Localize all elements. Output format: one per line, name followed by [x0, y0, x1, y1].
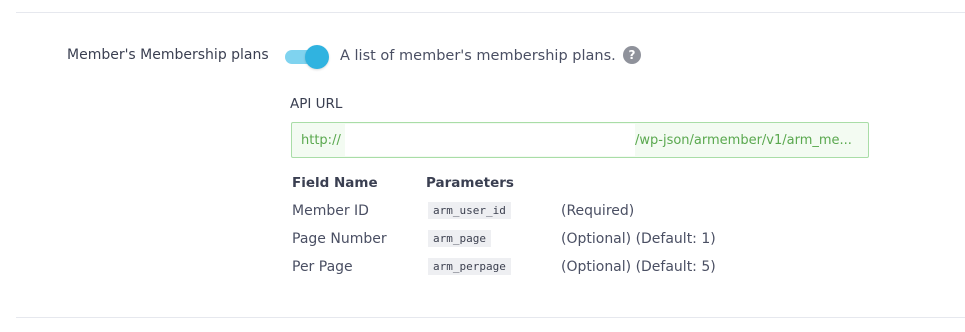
- parameter-code: arm_user_id: [428, 202, 511, 219]
- table-row: Page Number arm_page (Optional) (Default…: [0, 228, 965, 252]
- redacted-domain: [345, 124, 635, 156]
- parameter-code: arm_page: [428, 230, 491, 247]
- field-name-header: Field Name: [292, 175, 378, 191]
- parameter-note: (Required): [561, 203, 635, 219]
- field-name: Page Number: [292, 231, 387, 247]
- parameters-header: Parameters: [426, 175, 514, 191]
- api-url-field[interactable]: http:// /wp-json/armember/v1/arm_me...: [291, 122, 869, 158]
- top-divider: [16, 12, 965, 13]
- parameter-note: (Optional) (Default: 5): [561, 259, 716, 275]
- field-name: Member ID: [292, 203, 369, 219]
- table-row: Per Page arm_perpage (Optional) (Default…: [0, 256, 965, 280]
- api-url-prefix: http://: [301, 133, 341, 148]
- toggle-knob: [305, 45, 329, 69]
- field-name: Per Page: [292, 259, 353, 275]
- parameter-note: (Optional) (Default: 1): [561, 231, 716, 247]
- api-url-label: API URL: [290, 96, 343, 112]
- parameter-code: arm_perpage: [428, 258, 511, 275]
- setting-description: A list of member's membership plans.: [340, 48, 616, 64]
- api-url-path: /wp-json/armember/v1/arm_me...: [635, 133, 852, 148]
- bottom-divider: [16, 317, 965, 318]
- help-icon[interactable]: ?: [623, 46, 641, 64]
- table-row: Member ID arm_user_id (Required): [0, 200, 965, 224]
- setting-label: Member's Membership plans: [67, 47, 269, 63]
- membership-plans-toggle[interactable]: [285, 45, 329, 69]
